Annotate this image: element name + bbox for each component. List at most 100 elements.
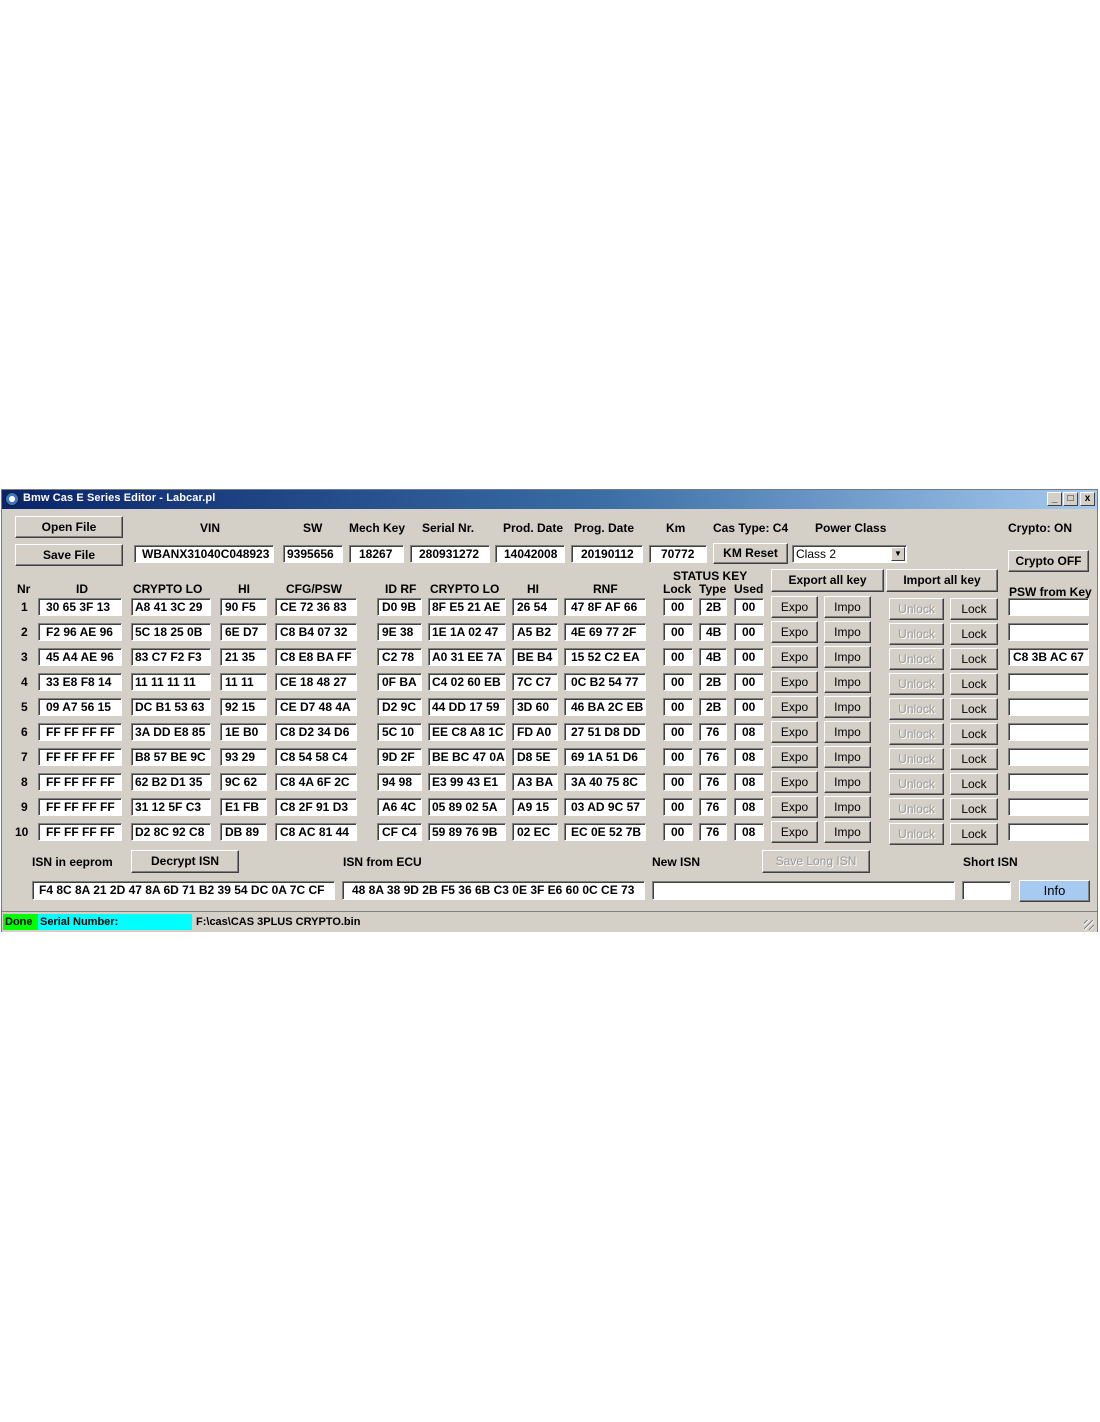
- unlock-button[interactable]: Unlock: [889, 723, 944, 745]
- impo-button[interactable]: Impo: [824, 746, 871, 768]
- hi-field[interactable]: DB 89: [220, 823, 267, 841]
- rnf-field[interactable]: 03 AD 9C 57: [564, 798, 646, 816]
- prod-date-field[interactable]: 14042008: [495, 545, 565, 563]
- close-button[interactable]: x: [1080, 492, 1095, 506]
- id-rf-field[interactable]: A6 4C: [377, 798, 422, 816]
- unlock-button[interactable]: Unlock: [889, 798, 944, 820]
- crypto-lo-field[interactable]: 11 11 11 11: [131, 673, 211, 691]
- lock-status-field[interactable]: 00: [663, 673, 693, 691]
- crypto-lo-field[interactable]: 5C 18 25 0B: [131, 623, 211, 641]
- id-field[interactable]: FF FF FF FF: [38, 823, 122, 841]
- used-field[interactable]: 08: [734, 723, 764, 741]
- lock-status-field[interactable]: 00: [663, 748, 693, 766]
- type-field[interactable]: 76: [699, 773, 727, 791]
- id-rf-field[interactable]: D0 9B: [377, 598, 422, 616]
- hi-field[interactable]: 21 35: [220, 648, 267, 666]
- mech-key-field[interactable]: 18267: [349, 545, 404, 563]
- crypto-lo-2-field[interactable]: E3 99 43 E1: [428, 773, 506, 791]
- crypto-lo-2-field[interactable]: C4 02 60 EB: [428, 673, 506, 691]
- lock-status-field[interactable]: 00: [663, 648, 693, 666]
- type-field[interactable]: 2B: [699, 598, 727, 616]
- chevron-down-icon[interactable]: ▼: [891, 547, 905, 561]
- id-field[interactable]: FF FF FF FF: [38, 723, 122, 741]
- expo-button[interactable]: Expo: [771, 671, 818, 693]
- cfg-psw-field[interactable]: C8 54 58 C4: [275, 748, 357, 766]
- lock-button[interactable]: Lock: [950, 598, 998, 620]
- used-field[interactable]: 00: [734, 598, 764, 616]
- rnf-field[interactable]: 47 8F AF 66: [564, 598, 646, 616]
- lock-button[interactable]: Lock: [950, 648, 998, 670]
- rnf-field[interactable]: 46 BA 2C EB: [564, 698, 646, 716]
- short-isn-field[interactable]: [962, 881, 1011, 900]
- id-field[interactable]: 33 E8 F8 14: [38, 673, 122, 691]
- hi-2-field[interactable]: BE B4: [512, 648, 558, 666]
- rnf-field[interactable]: 0C B2 54 77: [564, 673, 646, 691]
- crypto-lo-field[interactable]: 83 C7 F2 F3: [131, 648, 211, 666]
- expo-button[interactable]: Expo: [771, 821, 818, 843]
- crypto-lo-2-field[interactable]: 1E 1A 02 47: [428, 623, 506, 641]
- expo-button[interactable]: Expo: [771, 596, 818, 618]
- impo-button[interactable]: Impo: [824, 821, 871, 843]
- type-field[interactable]: 4B: [699, 623, 727, 641]
- km-field[interactable]: 70772: [649, 545, 707, 563]
- hi-2-field[interactable]: A3 BA: [512, 773, 558, 791]
- vin-field[interactable]: WBANX31040C048923: [134, 545, 274, 563]
- crypto-lo-2-field[interactable]: 05 89 02 5A: [428, 798, 506, 816]
- id-rf-field[interactable]: 0F BA: [377, 673, 422, 691]
- expo-button[interactable]: Expo: [771, 696, 818, 718]
- decrypt-isn-button[interactable]: Decrypt ISN: [131, 850, 239, 873]
- type-field[interactable]: 76: [699, 748, 727, 766]
- id-rf-field[interactable]: 94 98: [377, 773, 422, 791]
- hi-2-field[interactable]: D8 5E: [512, 748, 558, 766]
- used-field[interactable]: 00: [734, 673, 764, 691]
- lock-button[interactable]: Lock: [950, 773, 998, 795]
- hi-field[interactable]: 9C 62: [220, 773, 267, 791]
- type-field[interactable]: 2B: [699, 673, 727, 691]
- lock-status-field[interactable]: 00: [663, 623, 693, 641]
- lock-button[interactable]: Lock: [950, 823, 998, 845]
- lock-status-field[interactable]: 00: [663, 773, 693, 791]
- open-file-button[interactable]: Open File: [15, 516, 123, 538]
- expo-button[interactable]: Expo: [771, 796, 818, 818]
- crypto-lo-field[interactable]: 3A DD E8 85: [131, 723, 211, 741]
- expo-button[interactable]: Expo: [771, 771, 818, 793]
- id-rf-field[interactable]: 9E 38: [377, 623, 422, 641]
- psw-from-key-field[interactable]: C8 3B AC 67: [1008, 648, 1089, 666]
- impo-button[interactable]: Impo: [824, 771, 871, 793]
- rnf-field[interactable]: 4E 69 77 2F: [564, 623, 646, 641]
- lock-button[interactable]: Lock: [950, 623, 998, 645]
- lock-status-field[interactable]: 00: [663, 823, 693, 841]
- hi-2-field[interactable]: 26 54: [512, 598, 558, 616]
- prog-date-field[interactable]: 20190112: [571, 545, 643, 563]
- used-field[interactable]: 08: [734, 823, 764, 841]
- used-field[interactable]: 08: [734, 773, 764, 791]
- hi-2-field[interactable]: A5 B2: [512, 623, 558, 641]
- id-field[interactable]: 45 A4 AE 96: [38, 648, 122, 666]
- impo-button[interactable]: Impo: [824, 596, 871, 618]
- psw-from-key-field[interactable]: [1008, 723, 1089, 741]
- psw-from-key-field[interactable]: [1008, 623, 1089, 641]
- hi-field[interactable]: 92 15: [220, 698, 267, 716]
- info-button[interactable]: Info: [1019, 880, 1090, 902]
- used-field[interactable]: 08: [734, 748, 764, 766]
- id-field[interactable]: FF FF FF FF: [38, 773, 122, 791]
- import-all-key-button[interactable]: Import all key: [886, 569, 998, 592]
- power-class-select[interactable]: Class 2 ▼: [792, 545, 907, 563]
- cfg-psw-field[interactable]: C8 2F 91 D3: [275, 798, 357, 816]
- type-field[interactable]: 76: [699, 723, 727, 741]
- isn-ecu-field[interactable]: 48 8A 38 9D 2B F5 36 6B C3 0E 3F E6 60 0…: [342, 881, 645, 900]
- impo-button[interactable]: Impo: [824, 796, 871, 818]
- sw-field[interactable]: 9395656: [283, 545, 343, 563]
- psw-from-key-field[interactable]: [1008, 673, 1089, 691]
- lock-status-field[interactable]: 00: [663, 698, 693, 716]
- impo-button[interactable]: Impo: [824, 696, 871, 718]
- id-field[interactable]: 09 A7 56 15: [38, 698, 122, 716]
- cfg-psw-field[interactable]: C8 D2 34 D6: [275, 723, 357, 741]
- hi-field[interactable]: 93 29: [220, 748, 267, 766]
- resize-grip-icon[interactable]: [1084, 920, 1094, 930]
- cfg-psw-field[interactable]: CE D7 48 4A: [275, 698, 357, 716]
- cfg-psw-field[interactable]: CE 72 36 83: [275, 598, 357, 616]
- unlock-button[interactable]: Unlock: [889, 773, 944, 795]
- km-reset-button[interactable]: KM Reset: [713, 543, 788, 564]
- cfg-psw-field[interactable]: C8 AC 81 44: [275, 823, 357, 841]
